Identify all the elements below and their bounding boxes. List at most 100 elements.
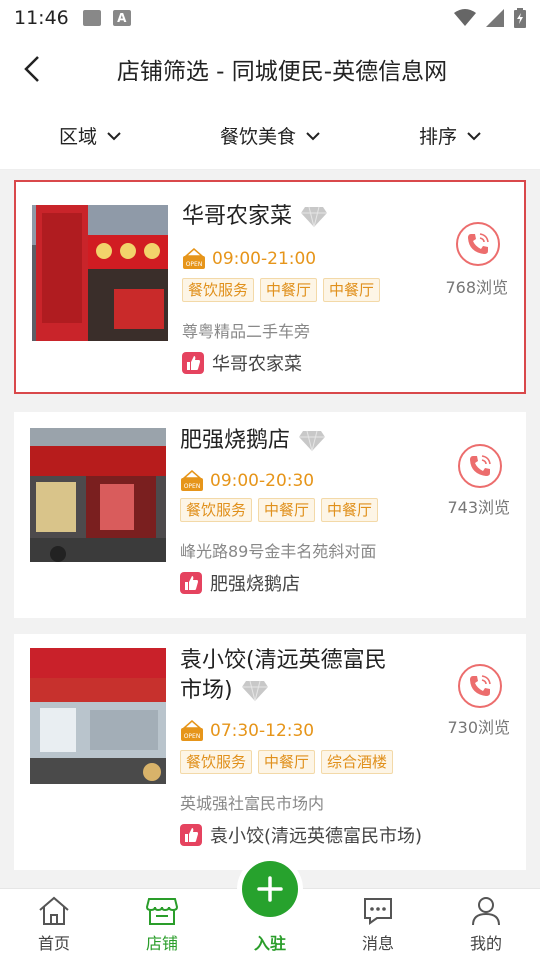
hours-row: OPEN 07:30-12:30 <box>180 720 314 742</box>
shop-name-line2-row: 市场) <box>180 676 269 706</box>
shop-photo <box>32 205 168 341</box>
tab-messages[interactable]: 消息 <box>324 889 432 960</box>
shop-address: 尊粤精品二手车旁 <box>182 322 311 341</box>
back-button[interactable] <box>0 36 64 102</box>
business-hours: 09:00-20:30 <box>210 471 315 491</box>
battery-icon <box>514 8 526 28</box>
shop-address: 英城强社富民市场内 <box>180 794 325 813</box>
tag-list: 餐饮服务 中餐厅 中餐厅 <box>180 498 379 522</box>
chevron-down-icon <box>107 131 121 140</box>
shop-address: 峰光路89号金丰名苑斜对面 <box>180 542 377 561</box>
tag: 综合酒楼 <box>321 750 394 774</box>
person-icon <box>472 897 500 926</box>
open-badge-text: OPEN <box>186 261 203 268</box>
tab-shops[interactable]: 店铺 <box>108 889 216 960</box>
filter-label: 排序 <box>418 126 457 148</box>
home-icon <box>39 896 69 925</box>
page-title: 店铺筛选 - 同城便民-英德信息网 <box>116 59 448 85</box>
tab-label: 首页 <box>37 934 70 953</box>
tag: 餐饮服务 <box>182 278 255 302</box>
thumbs-up-icon <box>180 824 202 846</box>
status-bar: 11:46 A <box>0 0 540 36</box>
diamond-icon <box>301 206 328 228</box>
phone-icon <box>468 233 489 254</box>
call-button[interactable] <box>458 444 502 488</box>
tab-profile[interactable]: 我的 <box>432 889 540 960</box>
shop-icon <box>145 898 179 925</box>
view-count: 743浏览 <box>447 498 510 517</box>
shop-name: 华哥农家菜 <box>182 204 293 229</box>
shop-link-row[interactable]: 华哥农家菜 <box>182 350 302 376</box>
tag: 中餐厅 <box>258 750 316 774</box>
open-badge-text: OPEN <box>184 733 201 740</box>
view-count: 768浏览 <box>445 278 508 297</box>
business-hours: 07:30-12:30 <box>210 721 315 741</box>
hours-row: OPEN 09:00-21:00 <box>182 248 316 270</box>
chevron-down-icon <box>467 131 481 140</box>
call-button[interactable] <box>458 664 502 708</box>
tab-join[interactable]: 入驻 <box>216 861 324 960</box>
business-hours: 09:00-21:00 <box>212 249 317 269</box>
gallery-icon <box>82 10 101 26</box>
tag: 餐饮服务 <box>180 750 253 774</box>
open-sign-icon: OPEN <box>181 470 203 491</box>
call-button[interactable] <box>456 222 500 266</box>
tab-label: 店铺 <box>145 934 178 953</box>
tag-list: 餐饮服务 中餐厅 中餐厅 <box>182 278 381 302</box>
filter-region[interactable]: 区域 <box>0 122 180 149</box>
diamond-icon <box>241 680 268 702</box>
shop-link-name: 华哥农家菜 <box>212 354 302 375</box>
thumbs-up-icon <box>180 572 202 594</box>
shop-link-name: 袁小饺(清远英德富民市场) <box>210 826 423 847</box>
join-button[interactable] <box>242 861 298 917</box>
signal-icon <box>486 9 504 27</box>
tag: 中餐厅 <box>260 278 318 302</box>
filter-label: 餐饮美食 <box>219 126 296 148</box>
chevron-down-icon <box>306 131 320 140</box>
tag: 中餐厅 <box>321 498 379 522</box>
tab-label: 我的 <box>469 934 502 953</box>
filter-sort[interactable]: 排序 <box>360 122 540 149</box>
tag-list: 餐饮服务 中餐厅 综合酒楼 <box>180 750 394 774</box>
open-sign-icon: OPEN <box>181 720 203 741</box>
wifi-icon <box>454 9 476 26</box>
diamond-icon <box>299 430 326 452</box>
shop-photo <box>30 428 166 562</box>
shop-card[interactable]: 肥强烧鹅店 OPEN 09:00-20:30 餐饮服务 中餐厅 中餐厅 峰光路8… <box>14 412 526 618</box>
tab-label: 消息 <box>361 934 394 953</box>
thumbs-up-icon <box>182 352 204 374</box>
plus-icon <box>257 876 283 902</box>
filter-label: 区域 <box>58 126 97 148</box>
phone-icon <box>470 455 491 476</box>
shop-name-row: 袁小饺(清远英德富民 市场) <box>180 646 387 706</box>
view-count: 730浏览 <box>447 718 510 737</box>
tag: 中餐厅 <box>323 278 381 302</box>
shop-name-row: 肥强烧鹅店 <box>180 426 326 456</box>
message-icon <box>364 898 392 925</box>
open-sign-icon: OPEN <box>183 248 205 269</box>
font-icon: A <box>112 10 131 26</box>
open-badge-text: OPEN <box>184 483 201 490</box>
bottom-tab-bar: 首页 店铺 入驻 消息 我的 <box>0 861 540 960</box>
shop-photo <box>30 648 166 784</box>
shop-link-name: 肥强烧鹅店 <box>210 574 300 595</box>
shop-link-row[interactable]: 袁小饺(清远英德富民市场) <box>180 822 422 848</box>
shop-link-row[interactable]: 肥强烧鹅店 <box>180 570 300 596</box>
tag: 中餐厅 <box>258 498 316 522</box>
filter-category[interactable]: 餐饮美食 <box>180 122 360 149</box>
shop-card[interactable]: 华哥农家菜 OPEN 09:00-21:00 餐饮服务 中餐厅 中餐厅 尊粤精品… <box>14 180 526 394</box>
shop-card[interactable]: 袁小饺(清远英德富民 市场) OPEN 07:30-12:30 餐饮服务 中餐厅… <box>14 634 526 870</box>
chevron-left-icon <box>24 56 39 82</box>
hours-row: OPEN 09:00-20:30 <box>180 470 314 492</box>
shop-name-line2: 市场) <box>180 678 233 703</box>
shop-name-line1: 袁小饺(清远英德富民 <box>180 648 387 673</box>
shop-name: 肥强烧鹅店 <box>180 428 291 453</box>
tab-home[interactable]: 首页 <box>0 889 108 960</box>
phone-icon <box>470 675 491 696</box>
status-time: 11:46 <box>14 7 69 29</box>
shop-name-row: 华哥农家菜 <box>182 202 328 232</box>
title-bar: 店铺筛选 - 同城便民-英德信息网 <box>0 36 540 102</box>
filter-bar: 区域 餐饮美食 排序 <box>0 102 540 170</box>
tab-label: 入驻 <box>253 934 286 953</box>
tag: 餐饮服务 <box>180 498 253 522</box>
